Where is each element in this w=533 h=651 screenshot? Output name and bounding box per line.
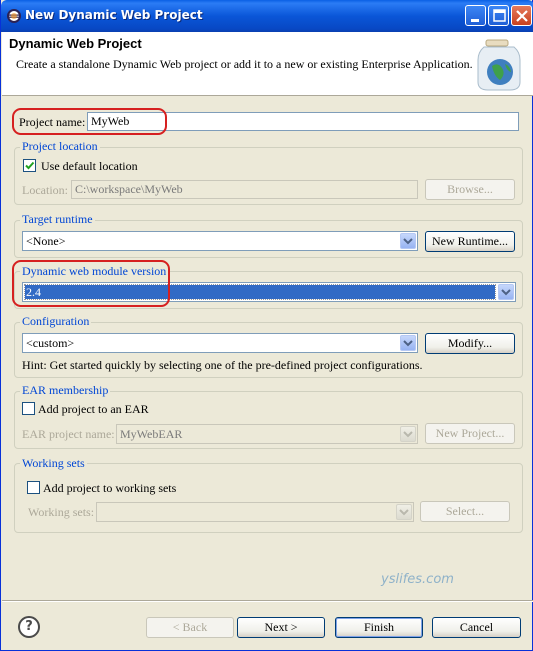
checkmark-icon <box>25 161 35 170</box>
location-value: C:\workspace\MyWeb <box>75 182 183 196</box>
minimize-button[interactable] <box>465 5 486 26</box>
use-default-location-label: Use default location <box>41 159 138 173</box>
working-sets-title: Working sets <box>20 456 87 471</box>
window-title: New Dynamic Web Project <box>25 8 203 22</box>
ear-project-name-label: EAR project name: <box>22 427 115 441</box>
back-button[interactable]: < Back <box>146 617 234 638</box>
add-to-working-sets-label: Add project to working sets <box>43 481 177 495</box>
chevron-down-icon <box>396 504 412 520</box>
location-label: Location: <box>22 183 68 197</box>
chevron-down-icon <box>498 284 514 300</box>
help-icon[interactable]: ? <box>18 616 40 638</box>
project-location-title: Project location <box>20 139 100 154</box>
footer-separator <box>2 600 533 602</box>
add-to-working-sets-checkbox[interactable] <box>27 481 40 494</box>
highlight-project-name <box>12 108 167 135</box>
select-working-sets-button[interactable]: Select... <box>420 501 510 522</box>
finish-button[interactable]: Finish <box>335 617 423 638</box>
highlight-module-version <box>12 260 170 307</box>
cancel-button[interactable]: Cancel <box>432 617 521 638</box>
configuration-value: <custom> <box>26 336 75 350</box>
working-sets-group <box>14 463 523 533</box>
target-runtime-value: <None> <box>26 234 66 248</box>
maximize-icon <box>493 9 506 22</box>
target-runtime-title: Target runtime <box>20 212 95 227</box>
maximize-button[interactable] <box>488 5 509 26</box>
close-button[interactable] <box>511 5 532 26</box>
next-button[interactable]: Next > <box>237 617 325 638</box>
add-to-ear-checkbox[interactable] <box>22 402 35 415</box>
working-sets-select[interactable] <box>96 502 414 522</box>
use-default-location-checkbox[interactable] <box>23 159 36 172</box>
ear-project-value: MyWebEAR <box>120 427 183 441</box>
new-ear-project-button[interactable]: New Project... <box>425 423 515 444</box>
ear-membership-title: EAR membership <box>20 383 111 398</box>
working-sets-label: Working sets: <box>28 505 95 519</box>
configuration-select[interactable]: <custom> <box>22 333 418 353</box>
ear-project-select[interactable]: MyWebEAR <box>116 424 418 444</box>
new-runtime-button[interactable]: New Runtime... <box>425 231 515 252</box>
watermark-text: yslifes.com <box>381 572 454 587</box>
add-to-ear-label: Add project to an EAR <box>38 402 149 416</box>
minimize-icon <box>471 19 479 22</box>
browse-button[interactable]: Browse... <box>425 179 515 200</box>
chevron-down-icon <box>400 233 416 249</box>
dialog-window: New Dynamic Web Project Dynamic Web Proj… <box>0 0 533 651</box>
close-icon <box>516 10 528 22</box>
modify-button[interactable]: Modify... <box>425 333 515 354</box>
eclipse-logo-icon <box>6 8 22 24</box>
target-runtime-select[interactable]: <None> <box>22 231 418 251</box>
page-title: Dynamic Web Project <box>9 36 142 51</box>
chevron-down-icon <box>400 335 416 351</box>
chevron-down-icon <box>400 426 416 442</box>
configuration-title: Configuration <box>20 314 92 329</box>
title-bar: New Dynamic Web Project <box>1 0 533 32</box>
jar-globe-icon <box>472 38 526 92</box>
wizard-header: Dynamic Web Project Create a standalone … <box>2 32 533 96</box>
page-description: Create a standalone Dynamic Web project … <box>16 57 473 71</box>
configuration-hint: Hint: Get started quickly by selecting o… <box>22 358 423 372</box>
location-input[interactable]: C:\workspace\MyWeb <box>71 180 418 199</box>
